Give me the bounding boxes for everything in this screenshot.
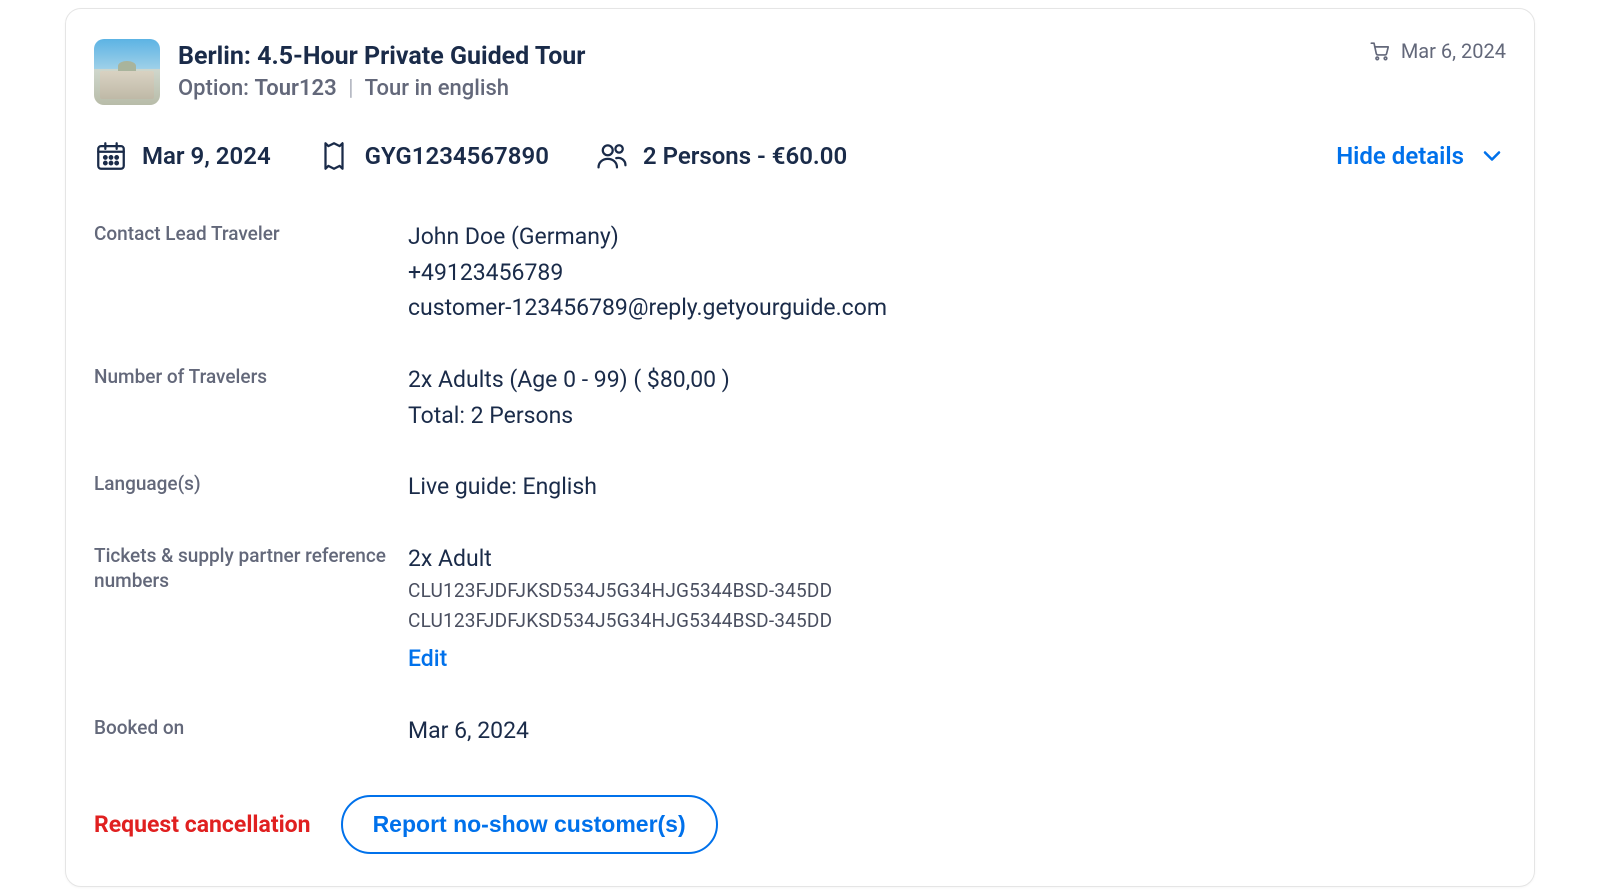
contact-label: Contact Lead Traveler bbox=[94, 219, 394, 247]
summary-persons: 2 Persons - €60.00 bbox=[595, 139, 847, 173]
request-cancellation-link[interactable]: Request cancellation bbox=[94, 811, 311, 838]
languages-value: Live guide: English bbox=[408, 469, 1506, 505]
booked-on-label: Booked on bbox=[94, 713, 394, 741]
booking-card: Berlin: 4.5-Hour Private Guided Tour Opt… bbox=[65, 8, 1535, 887]
toggle-details-label: Hide details bbox=[1336, 142, 1464, 170]
tickets-label: Tickets & supply partner reference numbe… bbox=[94, 541, 394, 594]
subtitle-separator: | bbox=[348, 76, 353, 101]
tour-subtitle: Option: Tour123 | Tour in english bbox=[178, 76, 1351, 101]
option-label: Option: bbox=[178, 76, 249, 101]
contact-email: customer-123456789@reply.getyourguide.co… bbox=[408, 290, 1506, 326]
summary-row: Mar 9, 2024 GYG1234567890 2 Persons - €6… bbox=[94, 139, 1506, 173]
title-block: Berlin: 4.5-Hour Private Guided Tour Opt… bbox=[178, 39, 1351, 101]
toggle-details-button[interactable]: Hide details bbox=[1336, 142, 1506, 170]
summary-date: Mar 9, 2024 bbox=[94, 139, 271, 173]
tickets-value: 2x Adult CLU123FJDFJKSD534J5G34HJG5344BS… bbox=[408, 541, 1506, 677]
actions-row: Request cancellation Report no-show cust… bbox=[94, 795, 1506, 854]
card-header: Berlin: 4.5-Hour Private Guided Tour Opt… bbox=[94, 39, 1506, 105]
summary-reference: GYG1234567890 bbox=[317, 139, 549, 173]
ticket-ref-2: CLU123FJDFJKSD534J5G34HJG5344BSD-345DD bbox=[408, 606, 1506, 635]
cart-date-value: Mar 6, 2024 bbox=[1401, 39, 1506, 63]
languages-label: Language(s) bbox=[94, 469, 394, 497]
option-tail: Tour in english bbox=[365, 76, 509, 101]
travelers-line: 2x Adults (Age 0 - 99) ( $80,00 ) bbox=[408, 362, 1506, 398]
persons-icon bbox=[595, 139, 629, 173]
contact-value: John Doe (Germany) +49123456789 customer… bbox=[408, 219, 1506, 326]
contact-phone: +49123456789 bbox=[408, 255, 1506, 291]
booked-on-value: Mar 6, 2024 bbox=[408, 713, 1506, 749]
option-value: Tour123 bbox=[254, 76, 336, 101]
tickets-heading: 2x Adult bbox=[408, 541, 1506, 577]
travelers-label: Number of Travelers bbox=[94, 362, 394, 390]
summary-reference-value: GYG1234567890 bbox=[365, 142, 549, 170]
cart-date: Mar 6, 2024 bbox=[1369, 39, 1506, 63]
travelers-total: Total: 2 Persons bbox=[408, 398, 1506, 434]
calendar-icon bbox=[94, 139, 128, 173]
details-grid: Contact Lead Traveler John Doe (Germany)… bbox=[94, 219, 1506, 749]
report-no-show-button[interactable]: Report no-show customer(s) bbox=[341, 795, 718, 854]
chevron-down-icon bbox=[1478, 142, 1506, 170]
tour-thumbnail bbox=[94, 39, 160, 105]
ticket-ref-1: CLU123FJDFJKSD534J5G34HJG5344BSD-345DD bbox=[408, 576, 1506, 605]
ticket-icon bbox=[317, 139, 351, 173]
tour-title: Berlin: 4.5-Hour Private Guided Tour bbox=[178, 41, 1351, 72]
summary-persons-value: 2 Persons - €60.00 bbox=[643, 142, 847, 170]
travelers-value: 2x Adults (Age 0 - 99) ( $80,00 ) Total:… bbox=[408, 362, 1506, 433]
summary-date-value: Mar 9, 2024 bbox=[142, 142, 271, 170]
edit-tickets-link[interactable]: Edit bbox=[408, 641, 447, 677]
contact-name: John Doe (Germany) bbox=[408, 219, 1506, 255]
cart-icon bbox=[1369, 40, 1391, 62]
